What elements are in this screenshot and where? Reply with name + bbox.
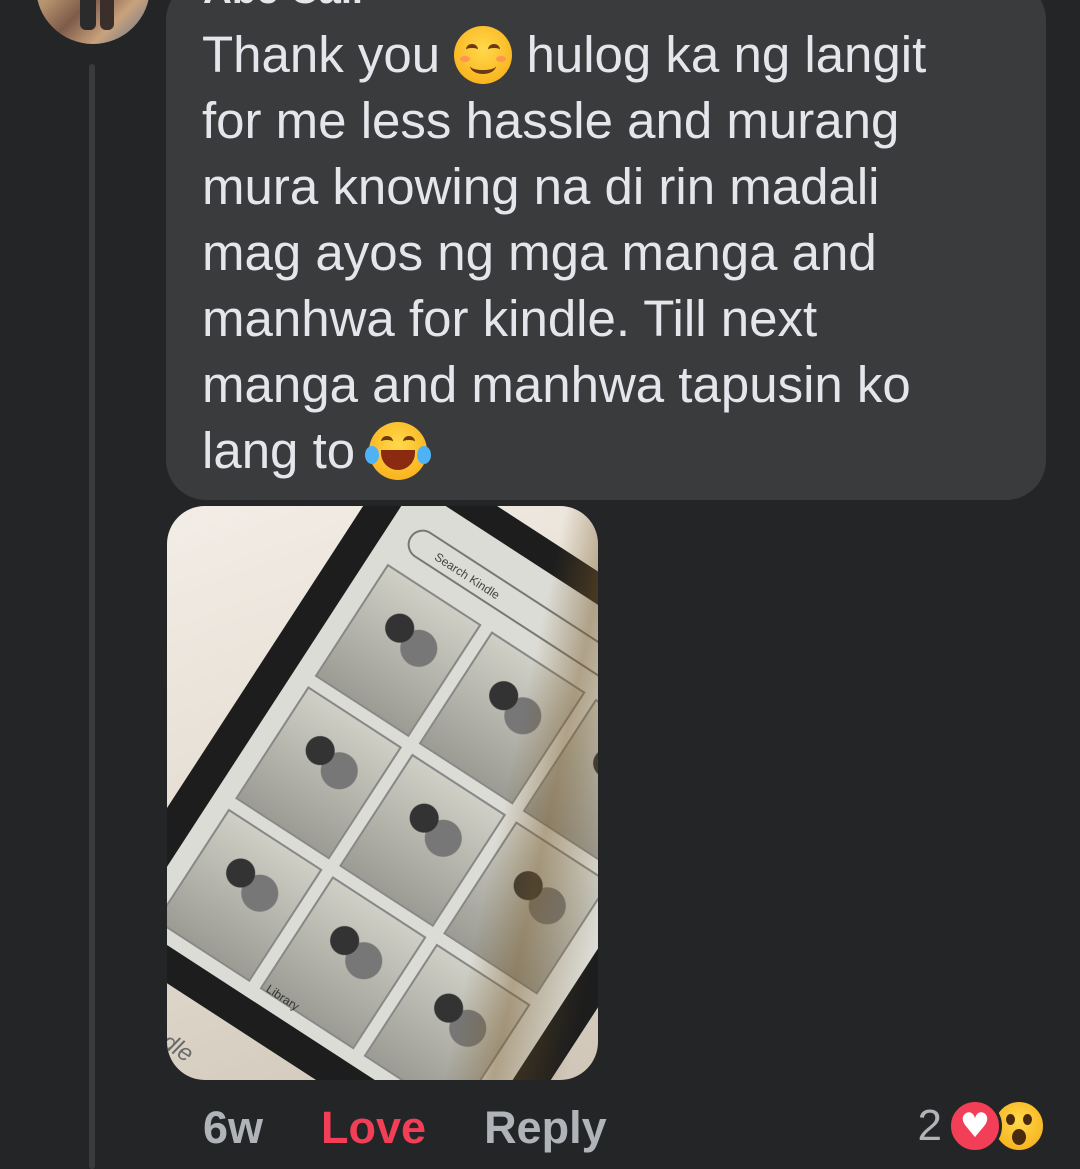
comment-line: mag ayos ng mga manga and (202, 224, 877, 281)
heart-icon (948, 1099, 1002, 1153)
comment-line: manhwa for kindle. Till next (202, 290, 818, 347)
kindle-logo: kindle (167, 1011, 199, 1068)
comment-actions: 6w Love Reply (203, 1100, 665, 1156)
comment-line: lang to (202, 422, 370, 479)
comment-timestamp[interactable]: 6w (203, 1102, 263, 1154)
comment-photo[interactable]: Search Kindle Library kindle (167, 506, 598, 1080)
comment-author[interactable]: Abe Calr (203, 0, 368, 10)
reaction-summary[interactable]: 2 (918, 1098, 1046, 1154)
comment-line: for me less hassle and murang (202, 92, 900, 149)
smiling-face-icon (454, 26, 513, 84)
avatar-figure (80, 0, 96, 30)
reply-button[interactable]: Reply (484, 1102, 607, 1154)
comment-line: manga and manhwa tapusin ko (202, 356, 911, 413)
tears-of-joy-icon (365, 422, 432, 480)
avatar[interactable] (36, 0, 150, 44)
comment-line: Thank you (202, 26, 455, 83)
comment-line: mura knowing na di rin madali (202, 158, 880, 215)
thread-line (89, 64, 95, 1169)
comment-line: hulog ka ng langit (512, 26, 927, 83)
comment-text: Thank you hulog ka ng langit for me less … (202, 22, 992, 484)
reaction-count: 2 (917, 1101, 942, 1150)
avatar-figure (100, 0, 114, 30)
love-reaction-button[interactable]: Love (321, 1102, 426, 1154)
